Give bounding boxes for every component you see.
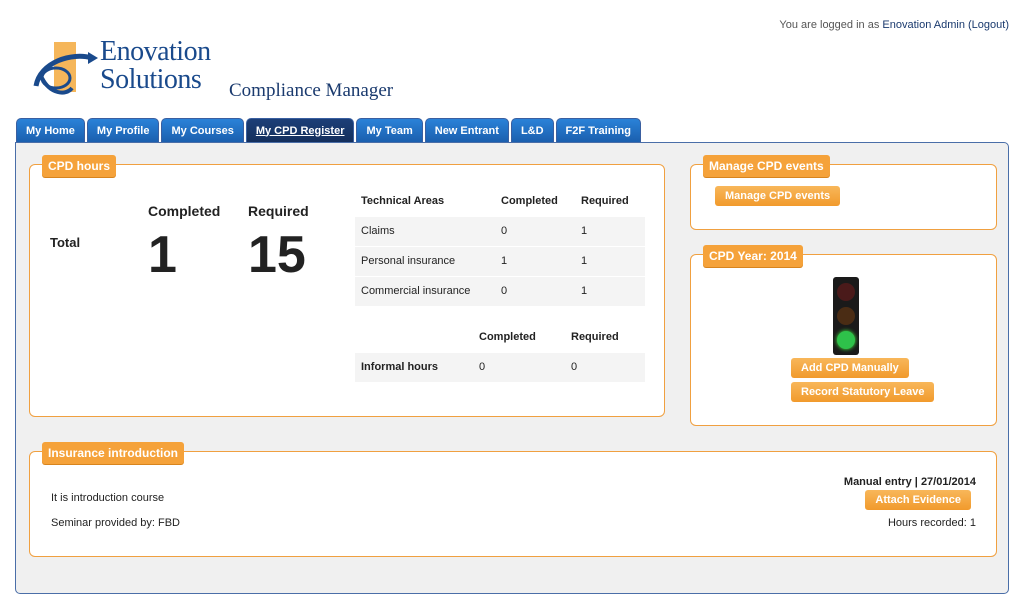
area-required: 1 [575,275,645,306]
course-panel: Insurance introduction It is introductio… [29,442,997,557]
app-title: Compliance Manager [229,80,394,101]
area-required: 1 [575,215,645,246]
required-total-value: 15 [248,226,306,284]
main-panel: CPD hours Completed Required Total 1 15 … [15,142,1009,594]
user-link[interactable]: Enovation Admin [882,19,965,31]
cpd-year-panel: CPD Year: 2014 Add CPD Manually Record S… [690,245,997,426]
attach-evidence-button[interactable]: Attach Evidence [865,490,971,510]
manage-cpd-events-panel: Manage CPD events Manage CPD events [690,155,997,230]
logo-icon [33,42,98,95]
traffic-light-icon [833,277,859,355]
informal-completed: 0 [473,351,565,382]
cpd-hours-panel: CPD hours Completed Required Total 1 15 … [29,155,665,417]
completed-header: Completed [148,203,221,219]
logo-line-2: Solutions [100,64,202,95]
column-header: Completed [479,330,536,343]
logo-text: Enovation Solutions [100,38,211,94]
total-label: Total [50,235,81,250]
informal-hours-table: Completed Required Informal hours 0 0 [355,322,645,382]
completed-total-value: 1 [148,226,177,284]
entry-info: Manual entry | 27/01/2014 [843,476,976,488]
required-header: Required [248,203,309,219]
tab-f2f-training[interactable]: F2F Training [555,118,641,142]
cpd-year-title: CPD Year: 2014 [703,245,803,267]
informal-required: 0 [565,351,645,382]
course-description: It is introduction course [51,492,165,504]
tab-l-and-d[interactable]: L&D [510,118,554,142]
cpd-hours-title: CPD hours [42,155,117,177]
green-lamp [837,331,855,349]
column-header: Completed [501,194,558,207]
tab-my-cpd-register[interactable]: My CPD Register [245,118,355,142]
record-statutory-leave-button[interactable]: Record Statutory Leave [791,382,935,402]
column-header: Required [571,330,619,343]
table-row: Claims 0 1 [355,215,645,246]
course-provider: Seminar provided by: FBD [51,517,180,529]
area-completed: 1 [495,245,575,276]
tab-new-entrant[interactable]: New Entrant [424,118,509,142]
table-row: Commercial insurance 0 1 [355,275,645,306]
company-logo[interactable]: Enovation Solutions [32,38,232,108]
tab-my-profile[interactable]: My Profile [86,118,160,142]
table-row: Informal hours 0 0 [355,351,645,382]
table-header-row: Technical Areas Completed Required [355,186,645,216]
table-row: Personal insurance 1 1 [355,245,645,276]
manage-cpd-events-title: Manage CPD events [703,155,830,177]
course-title: Insurance introduction [42,442,185,464]
area-name: Claims [355,215,495,246]
login-prefix: You are logged in as [779,19,880,31]
manage-cpd-events-button[interactable]: Manage CPD events [715,186,841,206]
column-header: Technical Areas [361,194,445,207]
main-nav-tabs: My Home My Profile My Courses My CPD Reg… [16,118,641,142]
area-completed: 0 [495,275,575,306]
table-header-row: Completed Required [355,322,645,352]
area-completed: 0 [495,215,575,246]
area-name: Commercial insurance [355,275,495,306]
tab-my-home[interactable]: My Home [16,118,85,142]
technical-areas-table: Technical Areas Completed Required Claim… [355,186,645,306]
logout-link[interactable]: (Logout) [968,19,1009,31]
tab-my-courses[interactable]: My Courses [161,118,244,142]
logo-line-1: Enovation [100,36,211,67]
column-header [355,322,473,352]
informal-label: Informal hours [355,351,473,382]
red-lamp [837,283,855,301]
tab-my-team[interactable]: My Team [356,118,423,142]
hours-recorded: Hours recorded: 1 [887,517,976,529]
amber-lamp [837,307,855,325]
login-status: You are logged in as Enovation Admin (Lo… [779,19,1009,31]
column-header: Required [581,194,629,207]
add-cpd-manually-button[interactable]: Add CPD Manually [791,358,909,378]
area-name: Personal insurance [355,245,495,276]
area-required: 1 [575,245,645,276]
